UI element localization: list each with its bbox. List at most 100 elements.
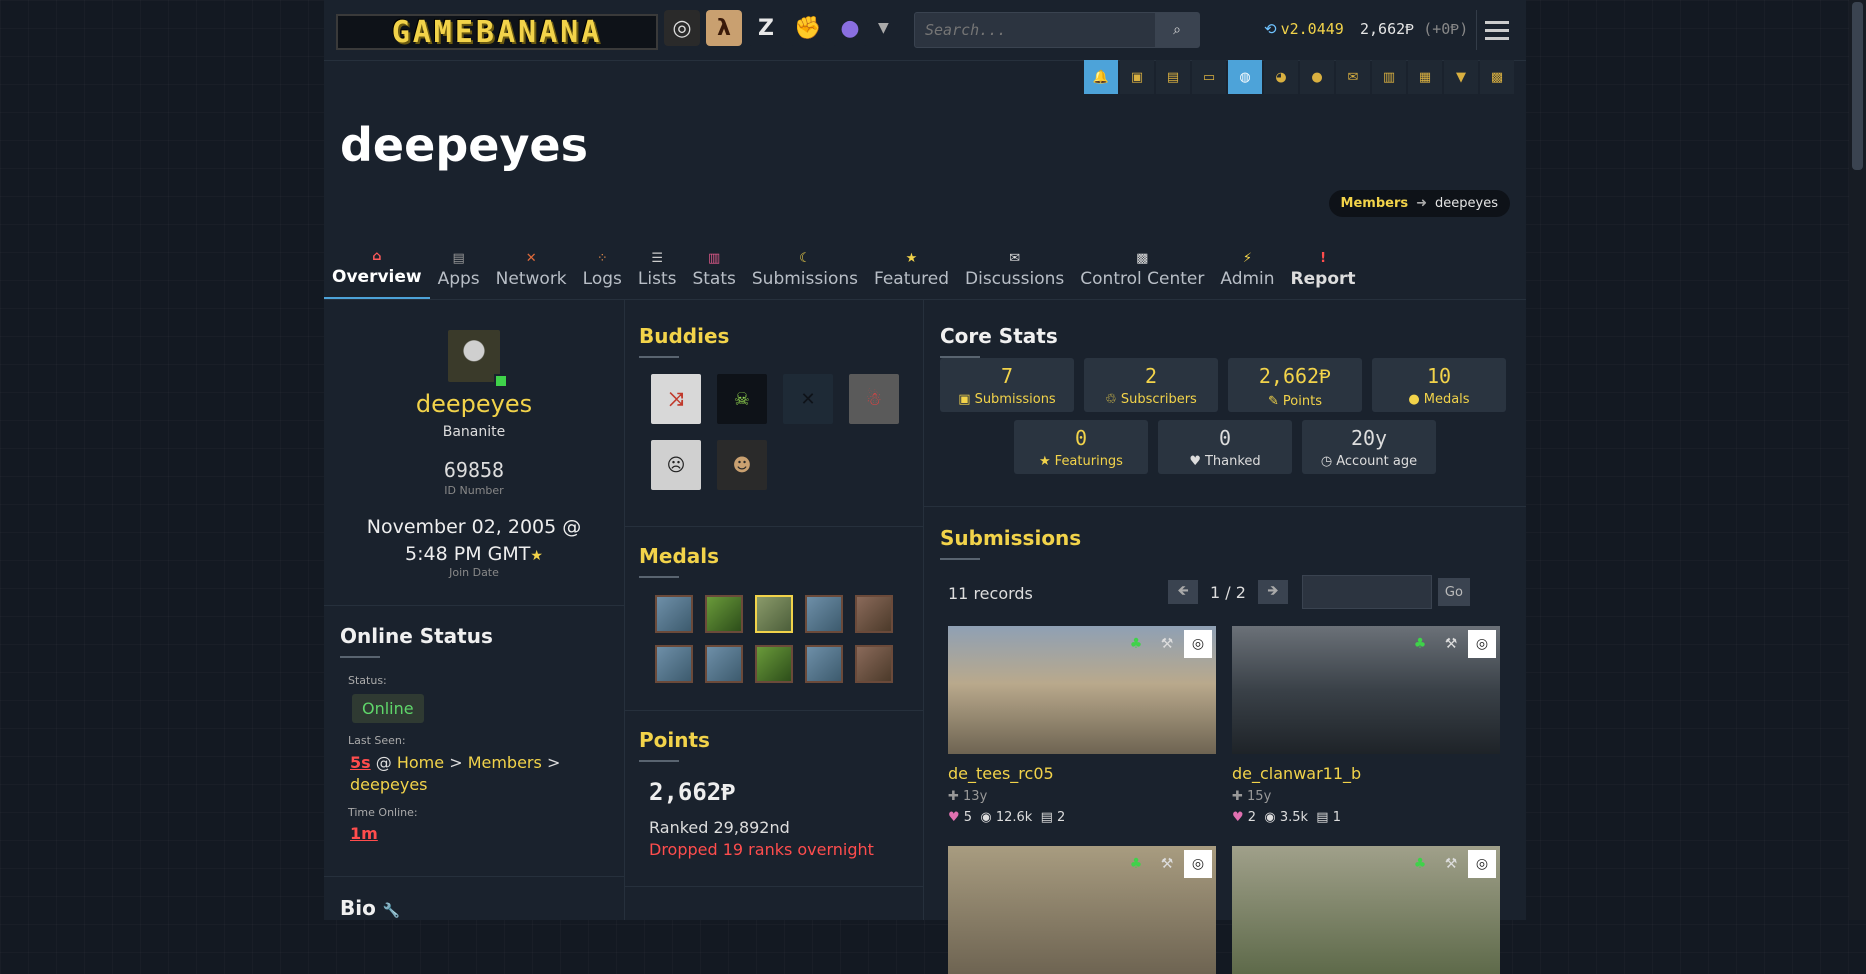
hamburger-menu-icon[interactable] — [1476, 10, 1517, 50]
stat-label: ★ Featurings — [1039, 454, 1123, 469]
submission-card[interactable]: ♣ ⚒ ◎ de_clanwar11_b ✚ 15y ♥ 2 ◉ 3.5k ▤ 1 — [1232, 626, 1500, 825]
bell-icon[interactable]: 🔔 — [1084, 60, 1118, 94]
home-icon: ⌂ — [372, 249, 382, 264]
tab-admin[interactable]: ⚡ Admin — [1212, 244, 1282, 299]
medal-icon[interactable] — [805, 595, 843, 633]
stat-subscribers[interactable]: 2 ♲ Subscribers — [1084, 358, 1218, 412]
user-points[interactable]: 2,662Ᵽ (+0Ᵽ) — [1360, 20, 1468, 39]
gift-icon[interactable]: ▤ — [1156, 60, 1190, 94]
points-heading[interactable]: Points — [639, 728, 710, 762]
search-icon: ⌕ — [1173, 22, 1181, 38]
submission-thumbnail[interactable]: ♣ ⚒ ◎ — [948, 626, 1216, 754]
submission-thumbnail[interactable]: ♣ ⚒ ◎ — [1232, 626, 1500, 754]
time-online-value[interactable]: 1m — [350, 824, 378, 843]
avatar[interactable] — [448, 330, 500, 382]
medal-icon[interactable] — [705, 645, 743, 683]
submission-title[interactable]: de_clanwar11_b — [1232, 764, 1500, 783]
download-icon[interactable]: ▼ — [1444, 60, 1478, 94]
wrench-icon[interactable]: 🔧 — [383, 903, 400, 919]
submission-card[interactable]: ♣ ⚒ ◎ — [1232, 846, 1500, 974]
counter-strike-icon[interactable]: ◎ — [664, 10, 700, 46]
prev-page-button[interactable]: 🡸 — [1168, 580, 1198, 604]
inbox-icon[interactable]: ▭ — [1192, 60, 1226, 94]
join-date-label: Join Date — [449, 566, 499, 579]
tab-label: Lists — [637, 269, 677, 289]
avatar-icon[interactable]: ▣ — [1120, 60, 1154, 94]
palette-icon[interactable]: ◕ — [1264, 60, 1298, 94]
buddy-avatar[interactable]: ☃ — [849, 374, 899, 424]
submission-thumbnail[interactable]: ♣ ⚒ ◎ — [948, 846, 1216, 974]
buddies-heading[interactable]: Buddies — [639, 324, 729, 358]
scrollbar-thumb[interactable] — [1852, 2, 1863, 170]
tool-icon: ⚒ — [1160, 856, 1174, 872]
submissions-heading[interactable]: Submissions — [940, 526, 1081, 560]
stat-featurings[interactable]: 0 ★ Featurings — [1014, 420, 1148, 474]
buddy-avatar[interactable]: ☹ — [651, 440, 701, 490]
clipboard-icon[interactable]: ▦ — [1408, 60, 1442, 94]
medal-icon[interactable] — [755, 595, 793, 633]
medal-icon[interactable] — [705, 595, 743, 633]
stat-thanked[interactable]: 0 ♥ Thanked — [1158, 420, 1292, 474]
stat-medals[interactable]: 10 ● Medals — [1372, 358, 1506, 412]
chart-icon[interactable]: ▥ — [1372, 60, 1406, 94]
medal-icon[interactable] — [805, 645, 843, 683]
eye-icon: ◉ — [1264, 810, 1276, 825]
medal-icon[interactable] — [655, 645, 693, 683]
user-toolbar: 🔔 ▣ ▤ ▭ ◍ ◕ ● ✉ ▥ ▦ ▼ ▩ — [1084, 60, 1514, 94]
tab-featured[interactable]: ★ Featured — [866, 244, 957, 299]
page-number-input[interactable] — [1301, 575, 1432, 609]
brawler-icon[interactable]: ✊ — [790, 10, 826, 46]
tab-report[interactable]: ! Report — [1283, 244, 1364, 299]
search-input[interactable] — [915, 13, 1155, 47]
stat-value: 10 — [1426, 364, 1452, 388]
tab-overview[interactable]: ⌂ Overview — [324, 244, 430, 299]
tab-submissions[interactable]: ☾ Submissions — [744, 244, 866, 299]
alert-icon: ! — [1320, 251, 1326, 266]
page-scrollbar[interactable] — [1849, 0, 1866, 920]
loc-members-link[interactable]: Members — [468, 753, 542, 772]
medal-icon[interactable] — [755, 645, 793, 683]
medal-icon[interactable] — [855, 645, 893, 683]
buddy-avatar[interactable]: ✕ — [783, 374, 833, 424]
submission-thumbnail[interactable]: ♣ ⚒ ◎ — [1232, 846, 1500, 974]
next-page-button[interactable]: 🡺 — [1257, 580, 1288, 604]
bulb-icon[interactable]: ● — [1300, 60, 1334, 94]
buddy-avatar[interactable]: ☠ — [717, 374, 767, 424]
tab-discussions[interactable]: ✉ Discussions — [957, 244, 1072, 299]
submission-card[interactable]: ♣ ⚒ ◎ — [948, 846, 1216, 974]
stat-points[interactable]: 2,662Ᵽ ✎ Points — [1228, 358, 1362, 412]
site-logo[interactable]: GAMEBANANA — [336, 14, 658, 50]
submission-title[interactable]: de_tees_rc05 — [948, 764, 1216, 783]
arrow-right-icon: 🡺 — [1267, 583, 1279, 599]
last-seen-time[interactable]: 5s — [350, 753, 371, 772]
medal-icon[interactable] — [655, 595, 693, 633]
chevron-down-icon[interactable]: ▼ — [878, 20, 889, 36]
arrow-right-icon: ➜ — [1416, 196, 1428, 211]
loc-home-link[interactable]: Home — [397, 753, 444, 772]
go-button[interactable]: Go — [1437, 578, 1470, 606]
search-button[interactable]: ⌕ — [1155, 13, 1199, 47]
version-link[interactable]: ⟲ v2.0449 — [1264, 20, 1344, 38]
tab-control-center[interactable]: ▩ Control Center — [1072, 244, 1212, 299]
mail-icon[interactable]: ✉ — [1336, 60, 1370, 94]
stat-submissions[interactable]: 7 ▣ Submissions — [940, 358, 1074, 412]
tab-lists[interactable]: ☰ Lists — [630, 244, 685, 299]
z-game-icon[interactable]: Z — [748, 10, 784, 46]
breadcrumb-members[interactable]: Members — [1341, 196, 1409, 211]
half-life-icon[interactable]: λ — [706, 10, 742, 46]
buddy-avatar[interactable]: ☻ — [717, 440, 767, 490]
grid-icon[interactable]: ▩ — [1480, 60, 1514, 94]
globe-icon[interactable]: ◍ — [1228, 60, 1262, 94]
medal-icon[interactable] — [855, 595, 893, 633]
tab-apps[interactable]: ▤ Apps — [430, 244, 488, 299]
tab-logs[interactable]: ⁘ Logs — [575, 244, 630, 299]
medals-heading[interactable]: Medals — [639, 544, 719, 578]
submission-card[interactable]: ♣ ⚒ ◎ de_tees_rc05 ✚ 13y ♥ 5 ◉ 12.6k ▤ 2 — [948, 626, 1216, 825]
buddy-avatar[interactable]: ⤨ — [651, 374, 701, 424]
loc-user-link[interactable]: deepeyes — [350, 775, 428, 794]
tab-stats[interactable]: ▥ Stats — [684, 244, 743, 299]
stat-account-age[interactable]: 20y ◷ Account age — [1302, 420, 1436, 474]
tab-network[interactable]: ✕ Network — [488, 244, 575, 299]
sphere-icon[interactable]: ● — [832, 10, 868, 46]
last-seen-value: 5s @ Home > Members > deepeyes — [350, 753, 561, 794]
